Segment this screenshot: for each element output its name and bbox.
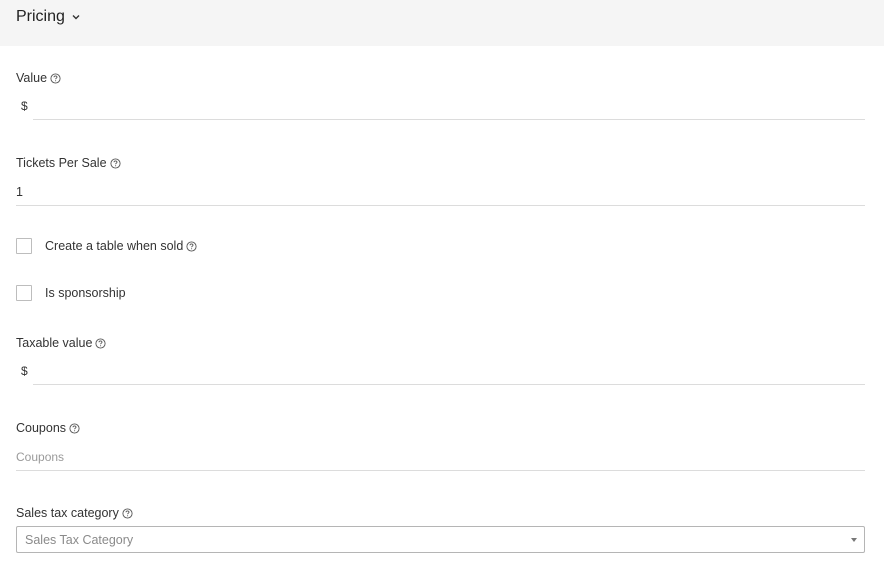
section-title: Pricing (16, 8, 65, 25)
create-table-row: Create a table when sold (16, 238, 197, 254)
help-icon[interactable] (50, 72, 61, 84)
sponsorship-checkbox[interactable] (16, 285, 32, 301)
help-icon[interactable] (109, 157, 121, 169)
coupons-input[interactable] (16, 443, 865, 471)
tickets-per-sale-field: Tickets Per Sale (16, 156, 865, 206)
taxable-value-field: Taxable value $ (16, 336, 865, 385)
coupons-field: Coupons (16, 421, 865, 471)
taxable-value-label: Taxable value (16, 336, 93, 350)
sponsorship-label: Is sponsorship (45, 286, 126, 300)
taxable-value-input[interactable] (33, 357, 865, 385)
sales-tax-category-value: Sales Tax Category (25, 532, 134, 547)
help-icon[interactable] (122, 507, 133, 519)
caret-down-icon (851, 538, 857, 542)
sales-tax-category-label: Sales tax category (16, 506, 119, 520)
help-icon[interactable] (186, 240, 197, 252)
help-icon[interactable] (69, 422, 80, 434)
pricing-section-toggle[interactable]: Pricing (16, 6, 81, 28)
currency-prefix: $ (21, 364, 28, 378)
coupons-label: Coupons (16, 421, 67, 435)
tickets-per-sale-label: Tickets Per Sale (16, 156, 107, 170)
section-header: Pricing (0, 0, 884, 46)
tickets-per-sale-input[interactable] (16, 178, 865, 206)
create-table-label: Create a table when sold (45, 239, 184, 253)
currency-prefix: $ (21, 99, 28, 113)
chevron-down-icon (71, 12, 81, 22)
value-field: Value $ (16, 71, 865, 120)
help-icon[interactable] (95, 337, 107, 349)
create-table-checkbox[interactable] (16, 238, 32, 254)
sponsorship-row: Is sponsorship (16, 285, 126, 301)
sales-tax-category-field: Sales tax category Sales Tax Category (16, 506, 865, 553)
value-label: Value (16, 71, 48, 85)
sales-tax-category-select[interactable]: Sales Tax Category (16, 526, 865, 553)
value-input[interactable] (33, 92, 865, 120)
